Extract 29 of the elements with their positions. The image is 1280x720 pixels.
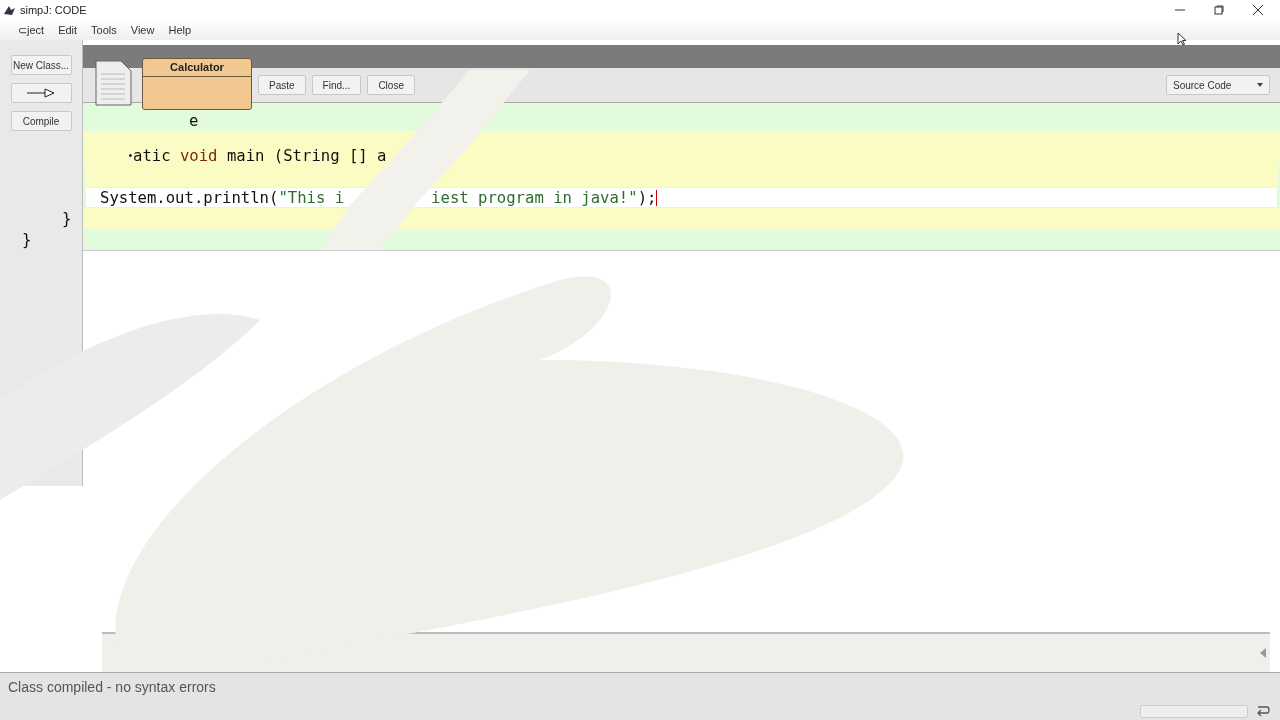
- mouse-pointer-icon: [1177, 32, 1187, 46]
- arrow-button[interactable]: [10, 83, 72, 103]
- new-class-button[interactable]: New Class...: [10, 55, 72, 75]
- code-text: }: [62, 208, 72, 229]
- compile-button[interactable]: Compile: [10, 111, 72, 131]
- code-text: ꞏatic void main (String [] a: [128, 145, 387, 166]
- wrap-icon[interactable]: [1256, 705, 1270, 717]
- close-icon[interactable]: [1253, 5, 1263, 15]
- window-title: simpJ: CODE: [20, 2, 87, 18]
- arrow-icon: [27, 88, 55, 98]
- menu-item[interactable]: Tools: [91, 21, 117, 39]
- text-cursor: [656, 189, 658, 206]
- find-button[interactable]: Find...: [311, 75, 362, 95]
- view-dropdown[interactable]: Source Code: [1166, 75, 1270, 95]
- app-icon: [3, 4, 16, 16]
- code-text: }: [22, 229, 32, 250]
- menu-item[interactable]: ⊂ject: [18, 21, 45, 39]
- code-text: e: [189, 110, 199, 131]
- code-text: iest program in java!");: [431, 187, 657, 208]
- class-name: Calculator: [143, 59, 251, 77]
- dropdown-caret-icon: [1257, 83, 1263, 87]
- menu-item[interactable]: View: [130, 21, 155, 39]
- close-button[interactable]: Close: [367, 75, 415, 95]
- menu-item[interactable]: Edit: [58, 21, 78, 39]
- code-text: System.out.println("This i: [100, 187, 345, 208]
- restore-icon[interactable]: [1214, 5, 1224, 15]
- menu-item[interactable]: Help: [168, 21, 192, 39]
- status-message: Class compiled - no syntax errors: [8, 678, 216, 697]
- paste-button[interactable]: Paste: [258, 75, 306, 95]
